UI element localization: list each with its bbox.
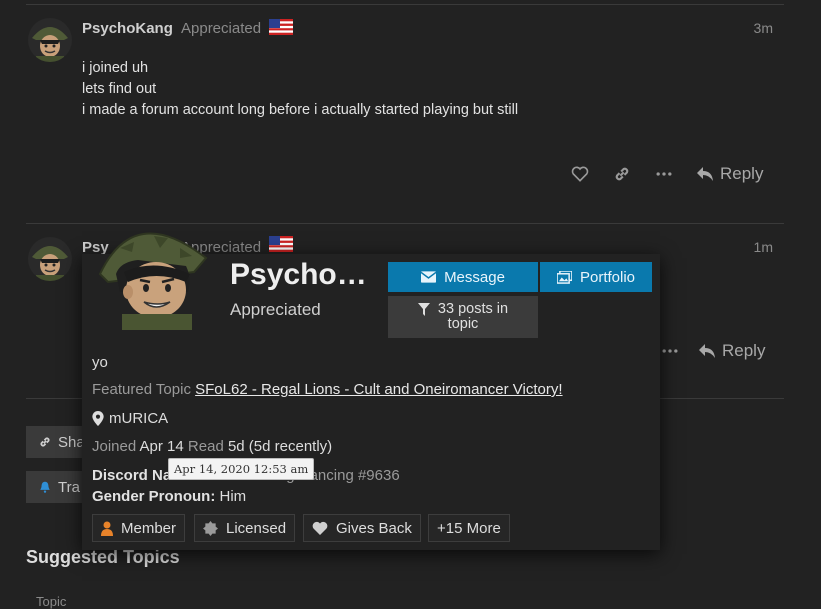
posts-in-topic-label: 33 posts in	[437, 301, 509, 317]
posts-in-topic-button[interactable]: 33 posts in topic	[388, 296, 538, 338]
post-actions: Reply	[660, 341, 765, 361]
user-card-avatar[interactable]	[94, 212, 212, 330]
heart-icon	[312, 521, 328, 535]
pronoun-row: Gender Pronoun: Him	[92, 488, 246, 505]
link-icon[interactable]	[612, 164, 632, 184]
reply-arrow-icon	[699, 344, 715, 358]
user-bio: yo	[92, 354, 108, 371]
message-button[interactable]: Message	[388, 262, 538, 292]
portfolio-label: Portfolio	[579, 268, 636, 286]
badge-member[interactable]: Member	[92, 514, 186, 542]
avatar[interactable]	[28, 18, 72, 62]
share-label: Sha	[58, 433, 85, 451]
reply-button[interactable]: Reply	[698, 341, 765, 361]
more-options-icon[interactable]	[654, 164, 674, 184]
post-body-line: lets find out	[82, 81, 157, 97]
user-icon	[101, 521, 113, 536]
filter-icon	[417, 302, 430, 316]
joined-value[interactable]: Apr 14	[140, 438, 184, 455]
posts-in-topic-label-cont: topic	[447, 316, 479, 332]
post-username[interactable]: PsychoKang	[82, 20, 173, 37]
us-flag-icon	[269, 236, 293, 252]
reply-arrow-icon	[697, 167, 713, 181]
featured-topic-row: Featured Topic SFoL62 - Regal Lions - Cu…	[92, 381, 563, 398]
badge-label: Licensed	[226, 519, 287, 537]
read-label: Read	[187, 438, 224, 455]
badge-gives-back[interactable]: Gives Back	[303, 514, 421, 542]
featured-topic-link[interactable]: SFoL62 - Regal Lions - Cult and Oneiroma…	[195, 381, 562, 398]
more-options-icon[interactable]	[660, 341, 680, 361]
badge-label: Gives Back	[336, 519, 412, 537]
divider	[26, 4, 784, 5]
pronoun-label: Gender Pronoun:	[92, 488, 216, 505]
joined-label: Joined	[92, 438, 137, 455]
badge-more[interactable]: +15 More	[428, 514, 510, 542]
read-value: 5d (5d recently)	[227, 438, 333, 455]
location-row: mURICA	[92, 410, 168, 427]
link-icon	[40, 437, 50, 447]
badge-label: Member	[121, 519, 177, 537]
badge-label: +15 More	[437, 519, 501, 537]
reply-label: Reply	[722, 341, 766, 360]
location-value: mURICA	[109, 410, 169, 427]
user-card: Psycho… Appreciated Message Portfolio 33…	[82, 232, 660, 550]
images-icon	[556, 270, 572, 284]
featured-topic-label: Featured Topic	[92, 381, 191, 398]
post-actions: Reply	[570, 164, 763, 184]
envelope-icon	[421, 271, 437, 283]
suggested-topics-heading: Suggested Topics	[26, 547, 180, 567]
portfolio-button[interactable]: Portfolio	[540, 262, 652, 292]
reply-button[interactable]: Reply	[696, 164, 763, 184]
joined-date-tooltip: Apr 14, 2020 12:53 am	[168, 458, 315, 480]
us-flag-icon	[269, 19, 293, 35]
post-body-line: i made a forum account long before i act…	[82, 102, 519, 118]
tracking-label: Tra	[58, 478, 80, 496]
user-title: Appreciated	[181, 20, 262, 37]
message-label: Message	[444, 268, 505, 286]
map-marker-icon	[92, 411, 104, 426]
like-heart-icon[interactable]	[570, 164, 590, 184]
post-time[interactable]: 1m	[754, 239, 773, 255]
certificate-icon	[203, 520, 218, 536]
user-card-title: Appreciated	[230, 300, 321, 319]
post-body-line: i joined uh	[82, 60, 149, 76]
joined-read-row: Joined Apr 14 Read 5d (5d recently)	[92, 438, 332, 455]
post-time[interactable]: 3m	[754, 20, 773, 36]
reply-label: Reply	[720, 164, 764, 183]
user-card-name[interactable]: Psycho…	[230, 258, 367, 292]
bell-icon	[40, 481, 50, 493]
avatar[interactable]	[28, 237, 72, 281]
pronoun-value: Him	[219, 488, 247, 505]
badge-licensed[interactable]: Licensed	[194, 514, 296, 542]
